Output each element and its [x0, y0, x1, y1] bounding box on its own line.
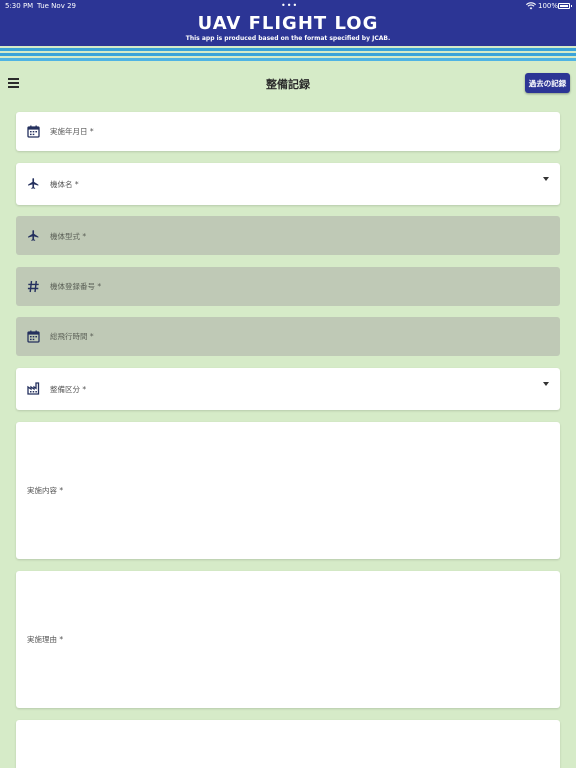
app-title: UAV FLIGHT LOG	[197, 13, 379, 34]
aircraft-model-field: 機体型式 *	[16, 216, 560, 255]
page-title: 整備記録	[266, 78, 310, 91]
date-label: 実施年月日 *	[50, 127, 94, 136]
status-date: Tue Nov 29	[37, 2, 76, 10]
calendar-icon	[27, 125, 40, 138]
hash-icon	[27, 280, 39, 293]
chevron-down-icon	[543, 177, 549, 181]
calendar-icon	[27, 330, 40, 343]
total-flight-time-label: 総飛行時間 *	[50, 332, 94, 341]
details-textarea[interactable]: 実施内容 *	[16, 422, 560, 559]
next-textarea[interactable]	[16, 720, 560, 768]
details-label: 実施内容 *	[27, 486, 64, 495]
toolbar: 整備記録 過去の記録	[0, 66, 576, 100]
total-flight-time-field: 総飛行時間 *	[16, 317, 560, 356]
factory-icon	[27, 382, 40, 395]
maintenance-type-label: 整備区分 *	[50, 385, 87, 394]
status-time: 5:30 PM	[5, 2, 34, 10]
app-subtitle: This app is produced based on the format…	[185, 35, 391, 42]
battery-percent: 100%	[538, 2, 559, 10]
date-field[interactable]: 実施年月日 *	[16, 112, 560, 151]
registration-number-label: 機体登録番号 *	[50, 282, 102, 291]
status-bar: 5:30 PM Tue Nov 29 ••• 100%	[0, 0, 576, 12]
airplane-icon	[28, 230, 39, 241]
airplane-icon	[28, 178, 39, 189]
reason-label: 実施理由 *	[27, 635, 64, 644]
battery-icon	[558, 3, 572, 9]
wifi-icon	[526, 2, 536, 10]
history-button[interactable]: 過去の記録	[525, 73, 570, 93]
registration-number-field: 機体登録番号 *	[16, 267, 560, 306]
chevron-down-icon	[543, 382, 549, 386]
reason-textarea[interactable]: 実施理由 *	[16, 571, 560, 708]
maintenance-type-select[interactable]: 整備区分 *	[16, 368, 560, 410]
banner-stripes	[0, 46, 576, 66]
app-banner: UAV FLIGHT LOG This app is produced base…	[0, 12, 576, 46]
aircraft-model-label: 機体型式 *	[50, 232, 87, 241]
aircraft-name-select[interactable]: 機体名 *	[16, 163, 560, 205]
aircraft-name-label: 機体名 *	[50, 180, 79, 189]
multitasking-dots[interactable]: •••	[281, 0, 298, 11]
